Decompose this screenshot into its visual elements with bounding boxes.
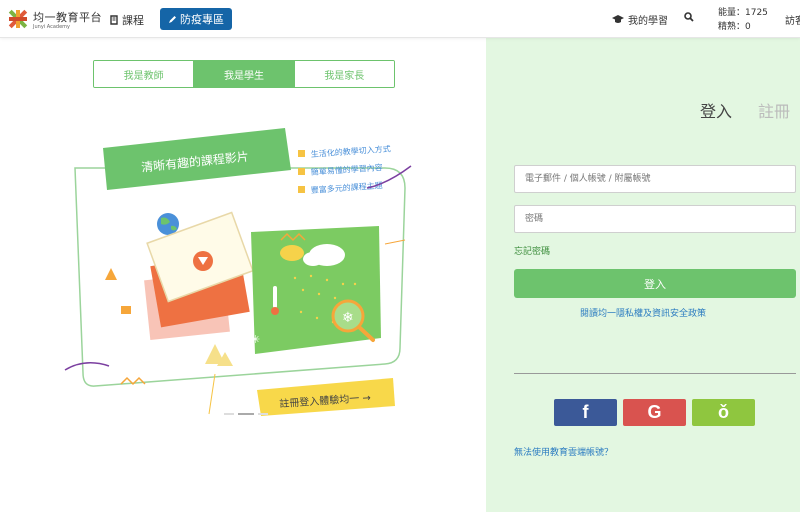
search-icon [684,12,694,22]
cant-use-cloud-account-link[interactable]: 無法使用教育雲端帳號？ [514,445,613,458]
graduation-cap-icon [612,15,624,23]
facebook-login-button[interactable]: f [554,399,617,426]
book-icon [110,15,118,25]
nav-search-button[interactable] [684,12,694,25]
carousel-indicators [224,413,268,415]
logo[interactable]: 均一教育平台 Junyi Academy [7,8,102,30]
auth-tabs: 登入 註冊 [700,98,790,122]
logo-icon [8,9,28,29]
role-tab-teacher[interactable]: 我是教師 [94,61,195,87]
openid-icon: ǒ [718,402,729,422]
role-tab-parent[interactable]: 我是家長 [294,61,394,87]
course-video-illustration: 清晰有趣的課程影片 生活化的教學切入方式 簡單易懂的學習內容 豐富多元的課程主題 [64,128,412,416]
checkbox-icon [298,150,305,157]
skill-count: 精熟：0 [718,22,751,32]
energy-count: 能量：1725 [718,8,768,18]
privacy-policy-link[interactable]: 閱讀均一隱私權及資訊安全政策 [486,306,800,319]
google-icon: G [647,402,662,422]
nav-my-learning[interactable]: 我的學習 [612,12,668,27]
nav-epidemic-button[interactable]: 防疫專區 [160,8,232,30]
visitor-menu[interactable]: 訪客 [785,12,800,27]
google-login-button[interactable]: G [623,399,686,426]
top-navbar: 均一教育平台 Junyi Academy 課程 防疫專區 我的學習 能量：172… [0,0,800,38]
openid-login-button[interactable]: ǒ [692,399,755,426]
forgot-password-link[interactable]: 忘記密碼 [514,244,550,257]
tab-register[interactable]: 註冊 [758,98,790,122]
nav-course-link[interactable]: 課程 [110,12,144,28]
user-stats: 能量：1725 精熟：0 [718,6,768,34]
register-cta-button[interactable]: 註冊登入體驗均一 → [257,378,395,416]
play-icon [193,251,213,271]
nav-my-learning-label: 我的學習 [628,16,668,27]
snowflake-icon: ✳ [251,333,260,346]
login-button[interactable]: 登入 [514,269,796,298]
checkbox-icon [298,168,305,175]
line-decoration [208,373,216,415]
role-tabs: 我是教師 我是學生 我是家長 [93,60,395,88]
weather-scene [251,226,381,354]
feature-list: 生活化的教學切入方式 簡單易懂的學習內容 豐富多元的課程主題 [298,143,391,195]
pencil-icon [169,15,176,23]
feature-1: 生活化的教學切入方式 [310,143,391,159]
carousel-dot-active[interactable] [238,413,254,415]
role-tab-student[interactable]: 我是學生 [194,61,295,87]
svg-text:❄: ❄ [342,310,354,326]
nav-epidemic-label: 防疫專區 [180,13,224,26]
carousel-dot[interactable] [224,413,234,415]
carousel-dot[interactable] [258,413,268,415]
nav-course-label: 課程 [122,14,144,27]
facebook-icon: f [582,402,589,422]
divider [514,373,796,374]
checkbox-icon [298,186,305,193]
tab-login[interactable]: 登入 [700,98,732,122]
email-field[interactable] [514,165,796,193]
password-field[interactable] [514,205,796,233]
login-panel: 登入 註冊 忘記密碼 登入 閱讀均一隱私權及資訊安全政策 f G ǒ 無法使用教… [486,38,800,512]
logo-title: 均一教育平台 [33,10,102,24]
intro-panel: 我是教師 我是學生 我是家長 清晰有趣的課程影片 生活化的教學切入方式 簡單易懂… [0,38,486,512]
